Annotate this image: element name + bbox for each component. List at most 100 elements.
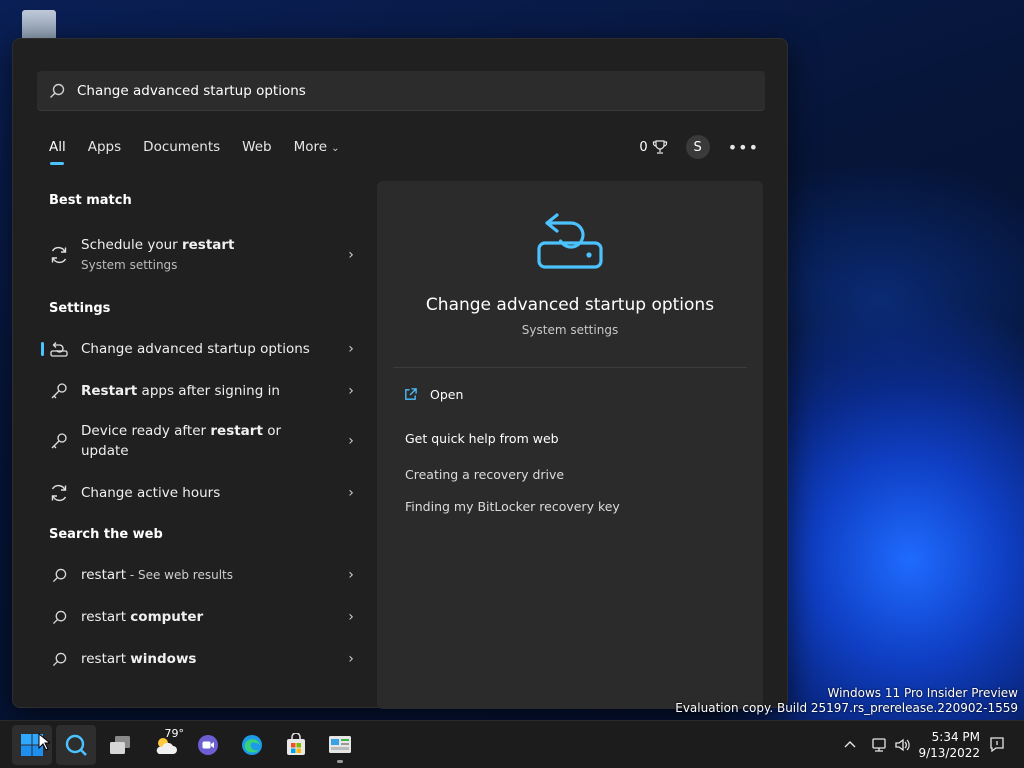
tab-documents[interactable]: Documents xyxy=(143,139,220,161)
tab-apps[interactable]: Apps xyxy=(88,139,121,161)
help-heading: Get quick help from web xyxy=(405,431,559,446)
store-button[interactable] xyxy=(276,725,316,765)
teams-chat-icon xyxy=(198,735,218,755)
result-label-l2: update xyxy=(81,443,129,459)
result-label-prefix: Schedule your xyxy=(81,237,182,253)
result-sub: System settings xyxy=(81,258,178,272)
mouse-cursor-icon xyxy=(38,733,50,751)
result-active-hours[interactable]: Change active hours › xyxy=(37,479,361,507)
sync-icon xyxy=(37,483,81,503)
help-link-recovery-drive[interactable]: Creating a recovery drive xyxy=(405,467,564,482)
clock[interactable]: 5:34 PM 9/13/2022 xyxy=(918,729,980,761)
store-icon xyxy=(287,733,305,755)
result-label: Restart apps after signing in xyxy=(81,381,341,401)
web-suffix: - See web results xyxy=(126,568,234,582)
running-indicator xyxy=(337,760,343,763)
recovery-icon xyxy=(537,213,603,269)
search-input[interactable] xyxy=(77,82,737,99)
web-prefix: restart xyxy=(81,609,131,625)
task-view-icon xyxy=(110,736,130,754)
chevron-right-icon: › xyxy=(348,247,354,263)
chevron-down-icon: ⌄ xyxy=(331,143,340,154)
result-label-tail: or xyxy=(262,423,282,439)
search-icon xyxy=(37,83,77,99)
preview-title: Change advanced startup options xyxy=(425,295,715,315)
chevron-right-icon: › xyxy=(348,651,354,667)
search-box[interactable] xyxy=(37,71,765,111)
result-label: Change advanced startup options xyxy=(81,341,310,357)
header-tools: 0 S ••• xyxy=(639,135,759,159)
search-web-heading: Search the web xyxy=(49,527,163,542)
divider xyxy=(393,367,747,368)
filter-tabs: All Apps Documents Web More ⌄ xyxy=(49,135,339,165)
taskbar: 79° 5:34 PM 9/13/2022 xyxy=(0,720,1024,768)
web-bold: windows xyxy=(130,651,197,667)
chevron-right-icon: › xyxy=(348,609,354,625)
search-icon xyxy=(37,652,81,667)
result-device-ready[interactable]: Device ready after restart or update › xyxy=(37,419,361,463)
preview-subtitle: System settings xyxy=(521,323,619,337)
rewards-points[interactable]: 0 xyxy=(639,139,667,155)
edge-browser-icon xyxy=(242,735,262,755)
control-panel-icon xyxy=(329,736,351,753)
settings-heading: Settings xyxy=(49,301,111,316)
result-label-rest: apps after signing in xyxy=(137,383,280,399)
clock-date: 9/13/2022 xyxy=(918,746,980,760)
chevron-up-icon xyxy=(844,741,856,748)
preview-pane: Change advanced startup options System s… xyxy=(377,181,763,709)
search-icon xyxy=(37,610,81,625)
trophy-icon xyxy=(652,140,667,154)
key-icon xyxy=(37,382,81,400)
help-link-bitlocker-key[interactable]: Finding my BitLocker recovery key xyxy=(405,499,620,514)
search-taskbar-button[interactable] xyxy=(56,725,96,765)
weather-temp: 79° xyxy=(164,727,185,740)
chevron-right-icon: › xyxy=(348,485,354,501)
result-advanced-startup[interactable]: Change advanced startup options › xyxy=(37,335,361,363)
show-hidden-icons-button[interactable] xyxy=(842,721,858,768)
chevron-right-icon: › xyxy=(348,433,354,449)
more-options-icon[interactable]: ••• xyxy=(728,138,759,157)
web-result-restart-windows[interactable]: restart windows › xyxy=(37,645,361,673)
search-panel: All Apps Documents Web More⌄ 0 S ••• Bes… xyxy=(12,38,788,709)
result-label-bold: Restart xyxy=(81,383,138,399)
tab-more[interactable]: More ⌄ xyxy=(294,139,340,161)
task-view-button[interactable] xyxy=(100,725,140,765)
control-panel-button[interactable] xyxy=(320,725,360,765)
tab-web[interactable]: Web xyxy=(242,139,271,161)
edge-button[interactable] xyxy=(232,725,272,765)
search-icon xyxy=(37,568,81,583)
clock-time: 5:34 PM xyxy=(931,730,980,744)
open-button[interactable]: Open xyxy=(403,387,463,402)
network-icon[interactable] xyxy=(870,721,888,768)
volume-icon[interactable] xyxy=(894,721,912,768)
result-label-bold: restart xyxy=(210,423,263,439)
result-label-bold: restart xyxy=(181,237,235,253)
web-result-restart-computer[interactable]: restart computer › xyxy=(37,603,361,631)
result-schedule-restart[interactable]: Schedule your restart System settings › xyxy=(37,233,361,277)
chevron-right-icon: › xyxy=(348,341,354,357)
result-label: Schedule your restart System settings xyxy=(81,235,341,275)
open-external-icon xyxy=(405,388,417,400)
widgets-button[interactable]: 79° xyxy=(144,725,188,765)
web-result-restart[interactable]: restart - See web results › xyxy=(37,561,361,589)
web-prefix: restart xyxy=(81,567,127,583)
web-bold: computer xyxy=(130,609,204,625)
chat-button[interactable] xyxy=(188,725,228,765)
tab-more-label: More xyxy=(293,139,328,155)
result-label: restart computer xyxy=(81,607,341,627)
tab-all[interactable]: All xyxy=(49,139,66,165)
result-label-l1: Device ready after xyxy=(81,423,211,439)
recovery-icon xyxy=(37,340,81,358)
sync-icon xyxy=(37,245,81,265)
avatar[interactable]: S xyxy=(685,135,710,159)
result-restart-apps[interactable]: Restart apps after signing in › xyxy=(37,377,361,405)
notifications-icon[interactable] xyxy=(988,721,1006,768)
rewards-count: 0 xyxy=(639,139,648,155)
search-icon xyxy=(65,734,87,756)
open-label: Open xyxy=(430,387,464,402)
key-icon xyxy=(37,432,81,450)
chevron-right-icon: › xyxy=(348,567,354,583)
result-label: Device ready after restart or update xyxy=(81,421,341,461)
watermark-line2: Evaluation copy. Build 25197.rs_prerelea… xyxy=(675,701,1018,715)
best-match-heading: Best match xyxy=(49,193,132,208)
